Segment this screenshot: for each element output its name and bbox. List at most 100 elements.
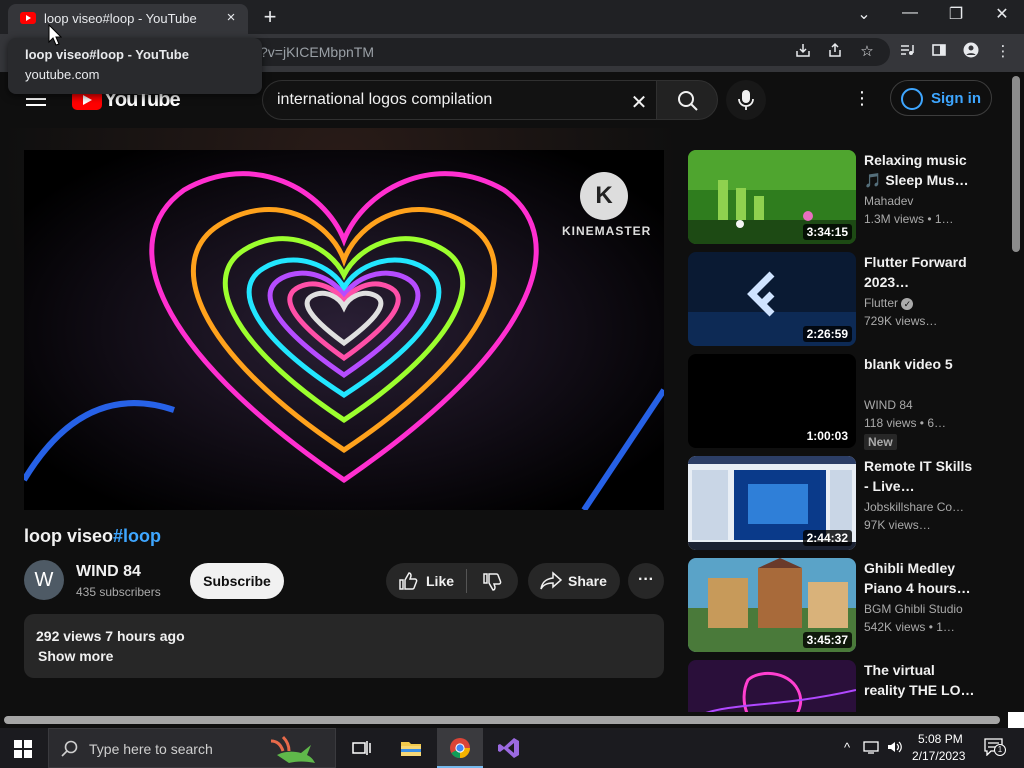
account-icon [901, 88, 923, 110]
recommendation-item[interactable]: 3:45:37 Ghibli Medley Piano 4 hours… BGM… [688, 558, 998, 654]
file-explorer-icon[interactable] [388, 728, 434, 768]
vertical-scrollbar[interactable] [1012, 76, 1020, 252]
minimize-button[interactable]: — [898, 4, 922, 22]
video-player[interactable]: K KINEMASTER [24, 150, 664, 510]
recommendation-title[interactable]: Relaxing music 🎵 Sleep Mus… [864, 150, 976, 190]
media-icon[interactable] [896, 42, 918, 62]
recommendation-meta: 729K views… [864, 314, 938, 328]
restore-button[interactable]: ❐ [944, 4, 968, 24]
recommendation-channel[interactable]: Mahadev [864, 194, 913, 208]
recommendation-channel[interactable]: BGM Ghibli Studio [864, 602, 963, 616]
sidebar-icon[interactable] [928, 42, 950, 62]
subscribe-button[interactable]: Subscribe [190, 563, 284, 599]
share-icon[interactable] [824, 42, 846, 62]
new-badge: New [864, 434, 897, 450]
search-input[interactable] [277, 89, 617, 111]
tab-close-button[interactable]: × [222, 9, 240, 26]
show-hidden-icons-icon[interactable]: ^ [838, 740, 856, 755]
thumbs-down-icon [483, 573, 502, 591]
visual-studio-icon[interactable] [486, 728, 532, 768]
mouse-cursor-icon [48, 24, 62, 46]
channel-avatar[interactable]: W [24, 560, 64, 600]
voice-search-button[interactable] [726, 80, 766, 120]
recommendation-meta: 97K views… [864, 518, 931, 532]
hummingbird-icon [270, 735, 315, 763]
search-button[interactable] [656, 80, 718, 120]
description-box[interactable]: 292 views 7 hours ago Show more [24, 614, 664, 678]
like-divider [466, 569, 467, 593]
recommendation-item[interactable]: 3:34:15 Relaxing music 🎵 Sleep Mus… Maha… [688, 150, 998, 246]
recommendation-title[interactable]: Ghibli Medley Piano 4 hours… [864, 558, 976, 598]
browser-tab[interactable]: loop viseo#loop - YouTube × [8, 4, 248, 34]
like-button[interactable]: Like [386, 563, 466, 599]
notification-center-icon[interactable]: 1 [984, 738, 1006, 758]
search-box[interactable] [262, 80, 656, 120]
tab-search-dropdown-button[interactable]: ⌄ [852, 4, 876, 24]
video-thumbnail[interactable] [688, 660, 856, 712]
recommendation-title[interactable]: blank video 5 [864, 354, 976, 374]
video-thumbnail[interactable]: 3:45:37 [688, 558, 856, 652]
task-view-icon[interactable] [338, 728, 384, 768]
taskbar-search-box[interactable]: Type here to search [48, 728, 336, 768]
microphone-icon [738, 90, 754, 110]
clock-date[interactable]: 2/17/2023 [912, 749, 965, 763]
kinemaster-logo-icon: K [580, 172, 628, 220]
recommendation-title[interactable]: Flutter Forward 2023… [864, 252, 976, 292]
recommendation-item[interactable]: 1:00:03 blank video 5 WIND 84 118 views … [688, 354, 998, 450]
clock-time[interactable]: 5:08 PM [918, 732, 963, 746]
windows-taskbar: Type here to search ^ 5:08 PM 2/17/2023 … [0, 728, 1024, 768]
video-duration: 2:26:59 [802, 326, 852, 342]
recommendation-item[interactable]: The virtual reality THE LO… [688, 660, 998, 712]
settings-more-icon[interactable]: ⋮ [852, 88, 872, 112]
chrome-icon[interactable] [437, 728, 483, 768]
sign-in-label: Sign in [931, 90, 981, 107]
share-button[interactable]: Share [528, 563, 620, 599]
more-actions-button[interactable]: ··· [628, 563, 664, 599]
sign-in-button[interactable]: Sign in [890, 80, 992, 116]
download-icon[interactable] [792, 42, 814, 62]
dislike-button[interactable] [468, 563, 518, 599]
show-more-link[interactable]: Show more [38, 648, 113, 664]
recommendation-meta: 542K views • 1… [864, 620, 955, 634]
video-title-text: loop viseo [24, 526, 114, 546]
recommendation-channel[interactable]: Flutter ✓ [864, 296, 914, 310]
video-duration: 3:34:15 [802, 224, 852, 240]
view-count-and-date: 292 views 7 hours ago [36, 628, 185, 644]
recommendation-item[interactable]: 2:44:32 Remote IT Skills - Live… Jobskil… [688, 456, 998, 552]
tooltip-domain: youtube.com [25, 67, 100, 82]
video-hashtag-link[interactable]: #loop [113, 526, 161, 546]
recommendation-channel[interactable]: WIND 84 [864, 398, 913, 412]
search-icon [61, 740, 78, 757]
video-thumbnail[interactable]: 3:34:15 [688, 150, 856, 244]
star-icon[interactable]: ☆ [856, 42, 878, 60]
browser-tab-strip: loop viseo#loop - YouTube × + ⌄ — ❐ ✕ [0, 0, 1024, 34]
video-thumbnail[interactable]: 2:44:32 [688, 456, 856, 550]
search-icon [678, 91, 698, 111]
address-bar-url: ?v=jKICEMbpnTM [260, 44, 374, 60]
profile-icon[interactable] [960, 42, 982, 62]
share-label: Share [568, 573, 607, 589]
clear-search-icon[interactable]: ✕ [628, 90, 650, 115]
recommendation-meta: 1.3M views • 1… [864, 212, 954, 226]
taskbar-search-placeholder: Type here to search [89, 741, 213, 757]
close-window-button[interactable]: ✕ [990, 4, 1014, 24]
video-thumbnail[interactable]: 1:00:03 [688, 354, 856, 448]
browser-menu-icon[interactable]: ⋮ [992, 42, 1014, 60]
video-duration: 1:00:03 [802, 428, 852, 444]
recommendation-channel-name: Flutter [864, 296, 899, 310]
channel-name[interactable]: WIND 84 [76, 563, 141, 581]
horizontal-scrollbar[interactable] [4, 716, 1000, 724]
recommendation-title[interactable]: Remote IT Skills - Live… [864, 456, 976, 496]
volume-icon[interactable] [886, 740, 904, 757]
network-icon[interactable] [862, 740, 880, 757]
subscriber-count: 435 subscribers [76, 585, 161, 599]
recommendation-channel[interactable]: Jobskillshare Co… [864, 500, 964, 514]
new-tab-button[interactable]: + [258, 4, 282, 30]
windows-start-icon[interactable] [14, 740, 32, 758]
tooltip-title: loop viseo#loop - YouTube [25, 47, 189, 62]
recommendation-item[interactable]: 2:26:59 Flutter Forward 2023… Flutter ✓ … [688, 252, 998, 348]
video-thumbnail[interactable]: 2:26:59 [688, 252, 856, 346]
youtube-favicon-icon [20, 12, 36, 24]
menu-icon[interactable] [26, 92, 46, 106]
recommendation-title[interactable]: The virtual reality THE LO… [864, 660, 976, 700]
